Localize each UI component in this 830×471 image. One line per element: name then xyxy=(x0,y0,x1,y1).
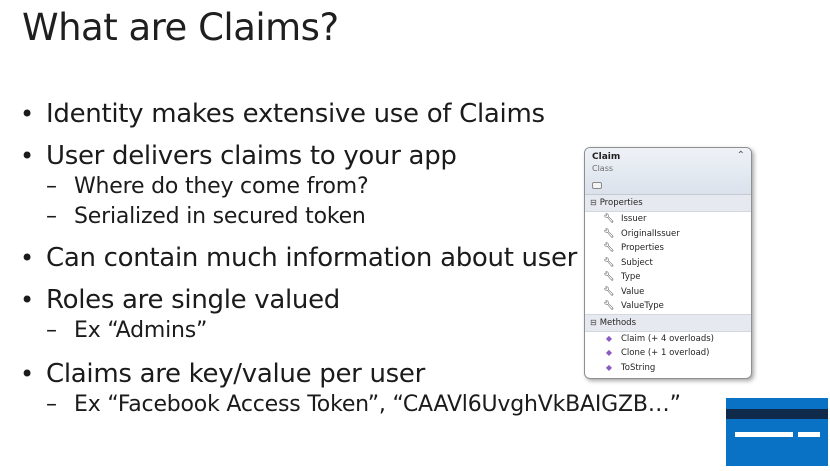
class-header: Claim Class ⌃ xyxy=(585,148,751,195)
method-label: ToString xyxy=(621,362,656,373)
property-label: ValueType xyxy=(621,301,664,311)
sub-bullet-item: Serialized in secured token xyxy=(46,202,580,232)
property-label: OriginalIssuer xyxy=(621,228,680,239)
method-cube-icon: ◆ xyxy=(605,333,613,343)
bullet-item: Identity makes extensive use of Claims xyxy=(20,98,580,130)
bullet-list: Identity makes extensive use of Claims U… xyxy=(20,98,681,426)
wrench-icon: 🔧︎ xyxy=(603,257,615,268)
sub-bullet-item: Ex “Facebook Access Token”, “CAAVl6UvghV… xyxy=(46,390,681,420)
card-stripe xyxy=(726,409,828,419)
sub-bullet-list: Ex “Facebook Access Token”, “CAAVl6UvghV… xyxy=(46,390,681,420)
credit-card-icon xyxy=(726,398,828,466)
bullet-item: User delivers claims to your app Where d… xyxy=(20,140,580,232)
method-label: Claim (+ 4 overloads) xyxy=(621,333,714,344)
property-label: Subject xyxy=(621,257,653,268)
bullet-text: Claims are key/value per user xyxy=(46,359,426,389)
wrench-icon: 🔧︎ xyxy=(603,301,615,311)
methods-label: Methods xyxy=(599,317,637,328)
class-kind: Class xyxy=(592,164,614,173)
wrench-icon: 🔧︎ xyxy=(603,286,615,297)
double-chevron-up-icon[interactable]: ⌃ xyxy=(737,150,745,161)
class-type-icon xyxy=(592,182,602,189)
property-item[interactable]: 🔧︎ ValueType xyxy=(585,299,751,314)
method-item[interactable]: ◆ Claim (+ 4 overloads) xyxy=(585,332,751,347)
minus-box-icon[interactable]: ⊟ xyxy=(590,315,597,331)
property-label: Properties xyxy=(621,243,664,253)
property-label: Value xyxy=(621,286,645,297)
class-name: Claim xyxy=(592,152,621,162)
property-item[interactable]: 🔧︎ Issuer xyxy=(585,212,751,227)
property-item[interactable]: 🔧︎ Value xyxy=(585,285,751,300)
property-label: Issuer xyxy=(621,214,647,224)
property-item[interactable]: 🔧︎ Properties xyxy=(585,241,751,256)
wrench-icon: 🔧︎ xyxy=(603,228,615,239)
wrench-icon: 🔧︎ xyxy=(603,272,615,282)
sub-bullet-list: Where do they come from? Serialized in s… xyxy=(46,172,580,232)
card-line xyxy=(798,432,820,437)
properties-label: Properties xyxy=(599,198,643,208)
method-cube-icon: ◆ xyxy=(605,348,613,357)
sub-bullet-item: Where do they come from? xyxy=(46,172,580,202)
property-item[interactable]: 🔧︎ Subject xyxy=(585,256,751,271)
properties-section-header[interactable]: ⊟ Properties xyxy=(585,195,751,212)
method-item[interactable]: ◆ Clone (+ 1 overload) xyxy=(585,346,751,361)
bullet-item: Roles are single valued Ex “Admins” xyxy=(20,284,580,346)
property-label: Type xyxy=(621,272,641,282)
property-item[interactable]: 🔧︎ Type xyxy=(585,270,751,285)
method-cube-icon: ◆ xyxy=(605,362,613,372)
minus-box-icon[interactable]: ⊟ xyxy=(590,195,597,211)
card-line xyxy=(735,432,793,437)
bullet-text: Roles are single valued xyxy=(46,285,341,315)
class-diagram-box[interactable]: Claim Class ⌃ ⊟ Properties 🔧︎ Issuer 🔧︎ Or… xyxy=(584,147,752,379)
wrench-icon: 🔧︎ xyxy=(603,243,615,253)
sub-bullet-item: Ex “Admins” xyxy=(46,316,580,346)
methods-section-header[interactable]: ⊟ Methods xyxy=(585,313,751,332)
bullet-text: Can contain much information about user xyxy=(46,243,578,273)
bullet-item: Claims are key/value per user Ex “Facebo… xyxy=(20,358,681,420)
sub-bullet-list: Ex “Admins” xyxy=(46,316,580,346)
property-item[interactable]: 🔧︎ OriginalIssuer xyxy=(585,227,751,242)
bullet-item: Can contain much information about user xyxy=(20,242,580,274)
bullet-text: User delivers claims to your app xyxy=(46,141,457,171)
method-item[interactable]: ◆ ToString xyxy=(585,361,751,376)
bullet-text: Identity makes extensive use of Claims xyxy=(46,99,545,129)
slide-title: What are Claims? xyxy=(22,6,339,49)
wrench-icon: 🔧︎ xyxy=(603,214,615,224)
method-label: Clone (+ 1 overload) xyxy=(621,348,710,358)
